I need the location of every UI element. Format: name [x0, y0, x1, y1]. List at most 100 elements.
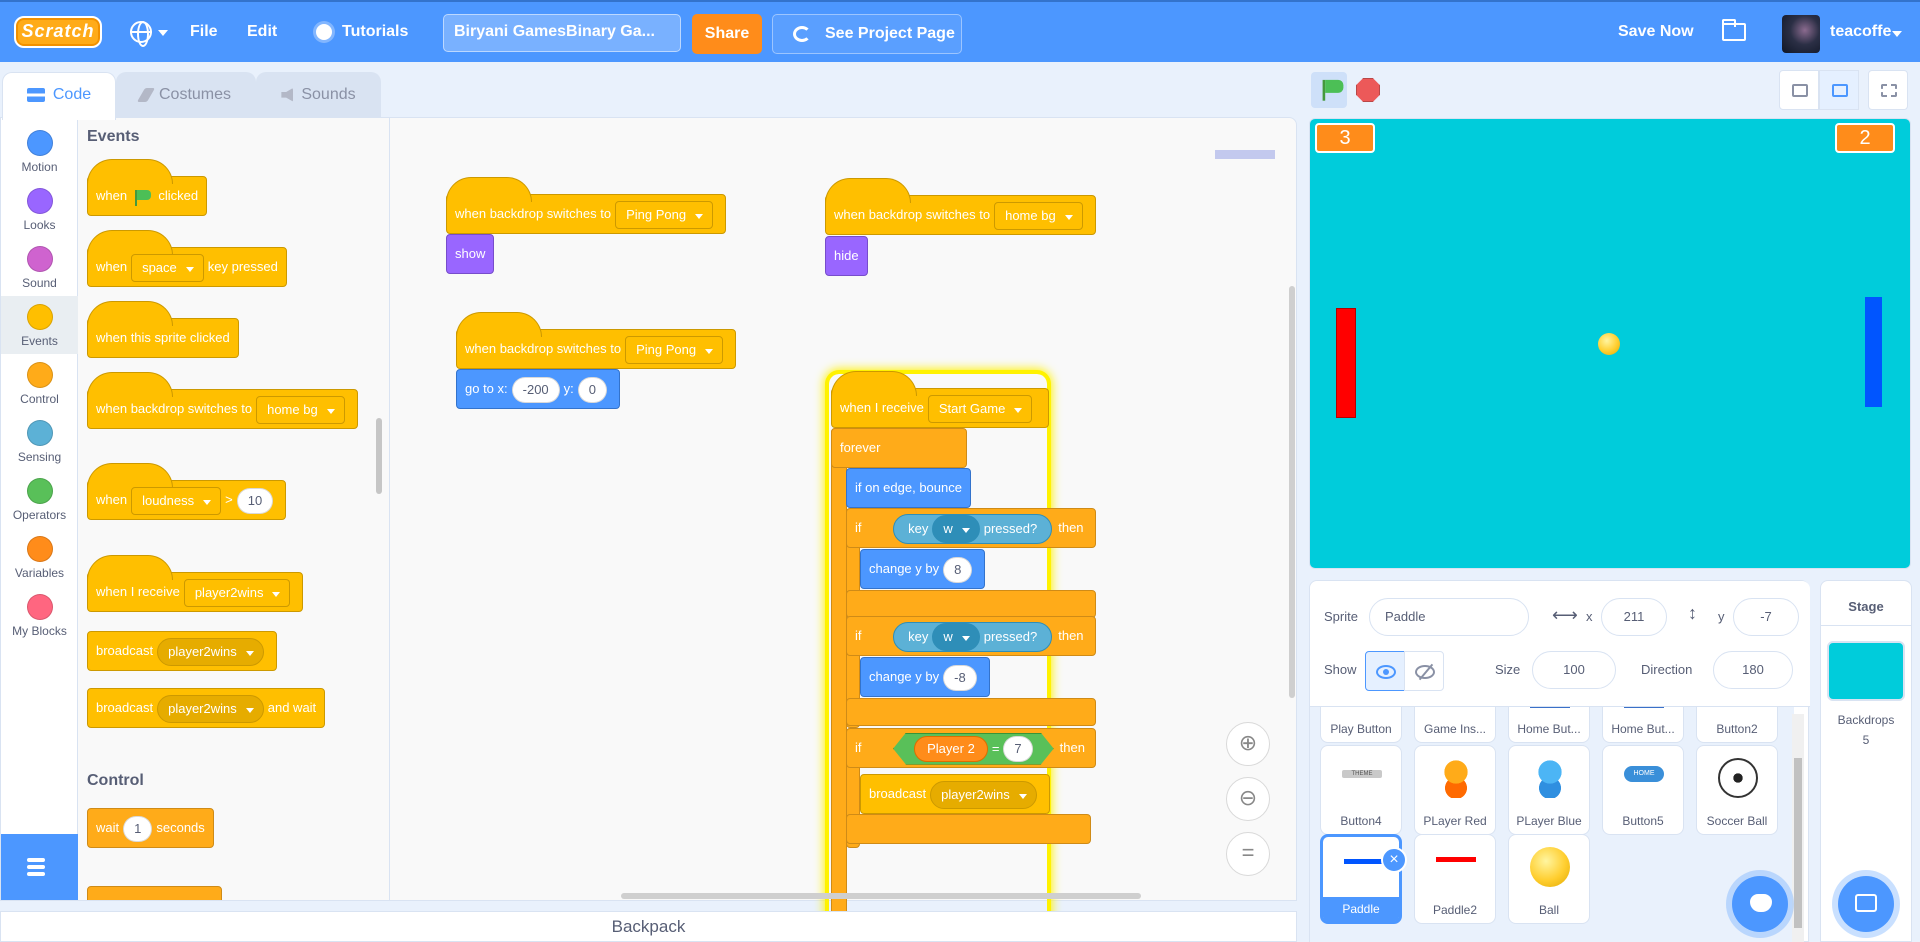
message-dropdown[interactable]: player2wins: [183, 578, 291, 607]
project-title-input[interactable]: Biryani GamesBinary Ga...: [443, 14, 681, 52]
wait-block[interactable]: wait 1 seconds: [87, 808, 214, 848]
username[interactable]: teacoffe: [1830, 2, 1891, 62]
if-on-edge-bounce-block[interactable]: if on edge, bounce: [846, 468, 971, 508]
category-operators[interactable]: Operators: [1, 470, 78, 528]
green-flag-button[interactable]: [1311, 72, 1347, 108]
y-position-input[interactable]: -7: [1733, 598, 1799, 636]
stage[interactable]: 3 2: [1309, 118, 1911, 569]
choose-sprite-button[interactable]: [1732, 876, 1788, 932]
blue-paddle-sprite[interactable]: [1865, 297, 1882, 407]
tab-sounds[interactable]: Sounds: [256, 72, 381, 118]
broadcast-block[interactable]: broadcast player2wins: [87, 631, 277, 671]
size-input[interactable]: 100: [1532, 651, 1616, 689]
sprite-tile[interactable]: HOME Button5: [1602, 745, 1684, 835]
key-pressed-reporter[interactable]: key w pressed?: [893, 621, 1053, 652]
when-loudness-block[interactable]: when loudness >10: [87, 463, 287, 520]
category-my-blocks[interactable]: My Blocks: [1, 586, 78, 644]
repeat-block-partial[interactable]: [87, 886, 222, 900]
sprite-tile[interactable]: Button2: [1696, 707, 1778, 743]
player2-variable-reporter[interactable]: Player 2: [914, 736, 988, 763]
stop-button[interactable]: [1356, 78, 1380, 102]
backdrop-dropdown[interactable]: home bg: [994, 201, 1083, 230]
script-backdrop-homebg-hat[interactable]: when backdrop switches to home bg: [825, 178, 1096, 235]
sprite-tile[interactable]: Home But...: [1602, 707, 1684, 743]
category-events[interactable]: Events: [1, 296, 78, 354]
tutorials-menu[interactable]: Tutorials: [316, 2, 408, 62]
edit-menu[interactable]: Edit: [247, 2, 277, 62]
file-menu[interactable]: File: [190, 2, 218, 62]
add-extension-button[interactable]: [1, 834, 78, 900]
sprite-tile[interactable]: PLayer Red: [1414, 745, 1496, 835]
hide-block[interactable]: hide: [825, 236, 868, 276]
when-backdrop-switches-block[interactable]: when backdrop switches to home bg: [87, 372, 358, 429]
loudness-value-input[interactable]: 10: [236, 487, 274, 514]
category-sensing[interactable]: Sensing: [1, 412, 78, 470]
show-sprite-button[interactable]: [1365, 651, 1405, 691]
sprite-tile[interactable]: Paddle2: [1414, 834, 1496, 924]
see-project-page-button[interactable]: See Project Page: [772, 14, 962, 54]
direction-input[interactable]: 180: [1713, 651, 1793, 689]
backdrop-dropdown[interactable]: Ping Pong: [615, 200, 714, 229]
category-control[interactable]: Control: [1, 354, 78, 412]
when-key-pressed-block[interactable]: when space key pressed: [87, 230, 287, 287]
my-stuff-folder-icon[interactable]: [1722, 19, 1746, 41]
sprite-tile[interactable]: Home But...: [1508, 707, 1590, 743]
tab-costumes[interactable]: Costumes: [116, 72, 256, 118]
normal-stage-button[interactable]: [1819, 70, 1859, 110]
tab-code[interactable]: Code: [2, 72, 116, 120]
workspace-vertical-scrollbar[interactable]: [1289, 286, 1295, 698]
show-block[interactable]: show: [446, 234, 495, 274]
zoom-in-button[interactable]: ⊕: [1226, 722, 1270, 766]
key-dropdown[interactable]: w: [932, 623, 980, 652]
backpack[interactable]: Backpack: [0, 911, 1297, 942]
save-now-button[interactable]: Save Now: [1618, 2, 1694, 62]
broadcast-and-wait-block[interactable]: broadcast player2wins and wait: [87, 688, 326, 728]
change-y-input[interactable]: 8: [943, 556, 973, 583]
compare-value-input[interactable]: 7: [1003, 736, 1033, 763]
workspace-horizontal-scrollbar[interactable]: [621, 893, 1141, 899]
when-i-receive-block[interactable]: when I receive player2wins: [87, 555, 304, 612]
change-y-by-minus8-block[interactable]: change y by -8: [860, 657, 990, 697]
x-input[interactable]: -200: [511, 376, 560, 403]
if-key-w-block-2[interactable]: if key w pressed? then: [846, 616, 1096, 656]
broadcast-wait-message-dropdown[interactable]: player2wins: [157, 694, 264, 723]
category-motion[interactable]: Motion: [1, 122, 78, 180]
fullscreen-button[interactable]: [1868, 70, 1908, 110]
palette-scrollbar[interactable]: [376, 418, 382, 494]
sensor-dropdown[interactable]: loudness: [131, 486, 222, 515]
share-button[interactable]: Share: [692, 14, 762, 54]
sprite-tile[interactable]: THEME Button4: [1320, 745, 1402, 835]
wait-seconds-input[interactable]: 1: [123, 815, 153, 842]
sprite-tile[interactable]: Soccer Ball: [1696, 745, 1778, 835]
broadcast-message-dropdown[interactable]: player2wins: [157, 637, 264, 666]
broadcast-player2wins-block[interactable]: broadcast player2wins: [860, 774, 1050, 814]
if-key-w-block[interactable]: if key w pressed? then: [846, 508, 1096, 548]
when-flag-clicked-block[interactable]: when clicked: [87, 159, 208, 216]
equals-operator[interactable]: Player 2 = 7: [893, 732, 1054, 765]
sprite-name-input[interactable]: Paddle: [1369, 598, 1529, 636]
category-looks[interactable]: Looks: [1, 180, 78, 238]
stage-thumbnail[interactable]: [1827, 641, 1905, 701]
when-sprite-clicked-block[interactable]: when this sprite clicked: [87, 301, 239, 358]
change-y-input[interactable]: -8: [943, 664, 977, 691]
backdrop-dropdown[interactable]: Ping Pong: [625, 335, 724, 364]
key-dropdown[interactable]: w: [932, 515, 980, 544]
language-caret-icon[interactable]: [158, 30, 168, 36]
broadcast-message-dropdown[interactable]: player2wins: [930, 780, 1037, 809]
x-position-input[interactable]: 211: [1601, 598, 1667, 636]
category-sound[interactable]: Sound: [1, 238, 78, 296]
sprite-list-scrollbar[interactable]: [1792, 714, 1804, 942]
key-pressed-reporter[interactable]: key w pressed?: [893, 513, 1053, 544]
sprite-tile[interactable]: Play Button: [1320, 707, 1402, 743]
red-paddle-sprite[interactable]: [1336, 308, 1356, 418]
user-avatar[interactable]: [1782, 15, 1820, 53]
small-stage-button[interactable]: [1779, 70, 1819, 110]
key-dropdown[interactable]: space: [131, 253, 204, 282]
sprite-tile[interactable]: Game Ins...: [1414, 707, 1496, 743]
if-player2-equals-7-block[interactable]: if Player 2 = 7 then: [846, 728, 1096, 768]
sprite-tile[interactable]: Ball: [1508, 834, 1590, 924]
go-to-xy-block[interactable]: go to x: -200 y: 0: [456, 369, 621, 409]
account-caret-icon[interactable]: [1892, 31, 1902, 37]
message-dropdown[interactable]: Start Game: [927, 394, 1033, 423]
category-variables[interactable]: Variables: [1, 528, 78, 586]
